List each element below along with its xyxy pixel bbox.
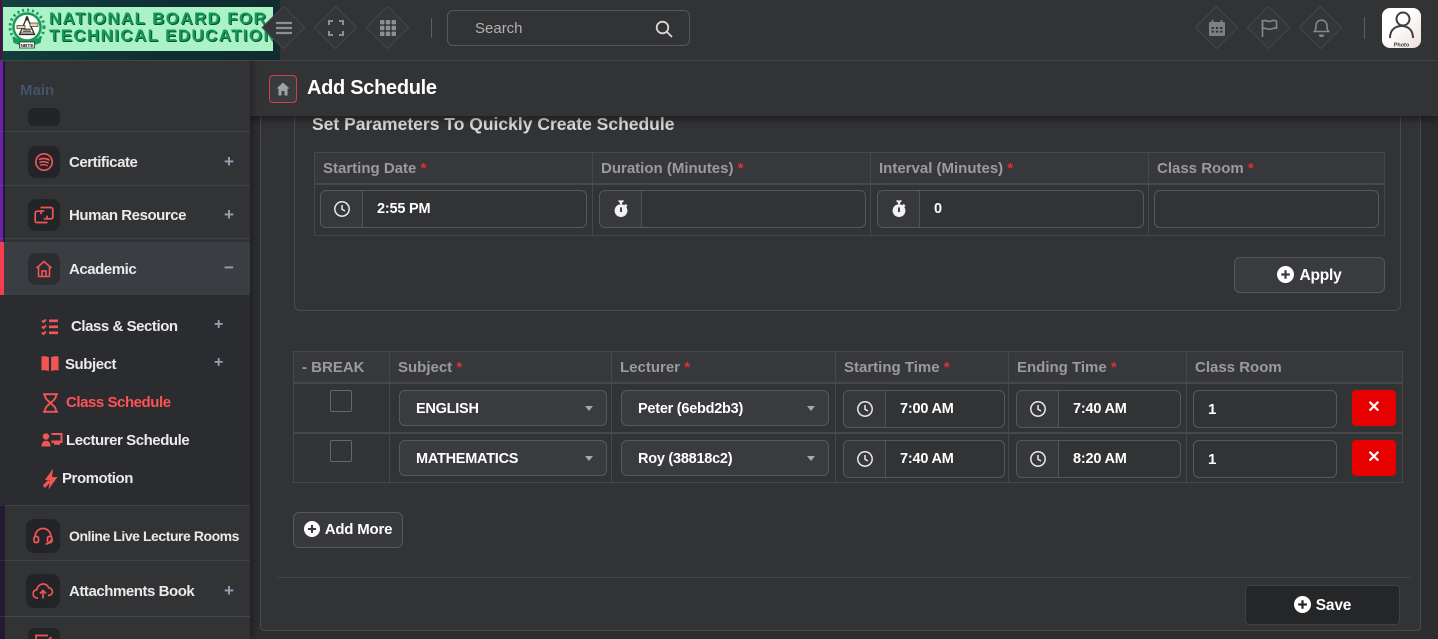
svg-text:NBTE: NBTE	[20, 43, 34, 49]
